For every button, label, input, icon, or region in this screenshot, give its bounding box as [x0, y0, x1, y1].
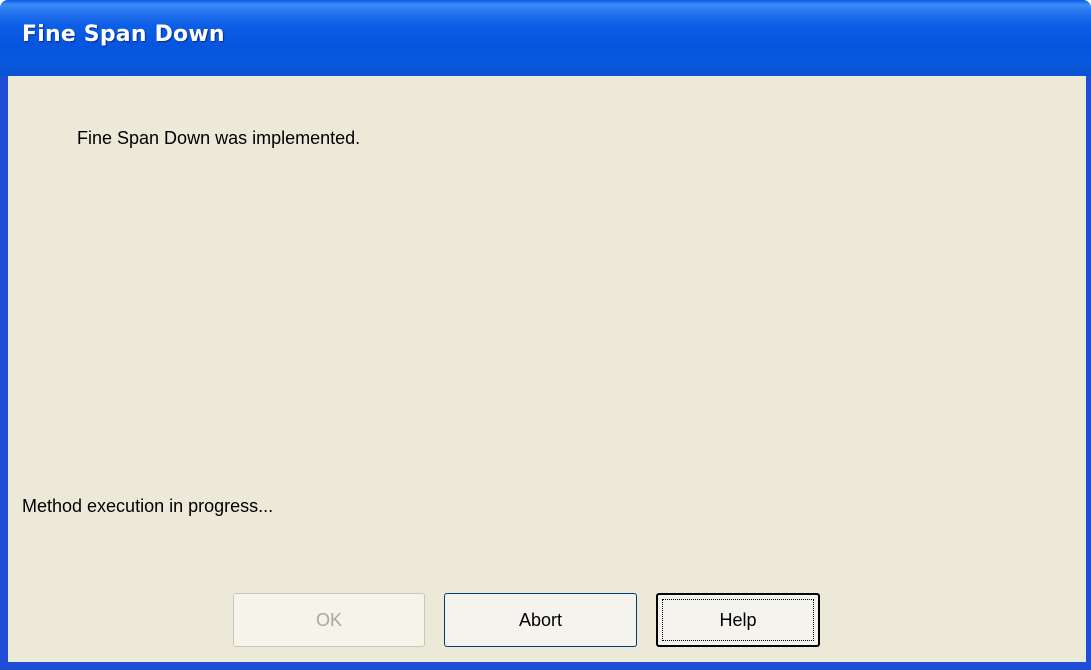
ok-button: OK	[233, 593, 425, 647]
dialog-window: Fine Span Down Fine Span Down was implem…	[0, 0, 1091, 670]
ok-button-label: OK	[315, 609, 342, 630]
help-button[interactable]: Help	[656, 593, 820, 647]
window-title: Fine Span Down	[22, 22, 225, 47]
title-bar[interactable]: Fine Span Down	[0, 0, 1091, 76]
status-text: Method execution in progress...	[22, 496, 274, 516]
help-button-label: Help	[719, 609, 757, 630]
abort-button[interactable]: Abort	[444, 593, 637, 647]
dialog-body: Fine Span Down was implemented. Method e…	[8, 76, 1086, 662]
message-text: Fine Span Down was implemented.	[77, 128, 361, 148]
abort-button-label: Abort	[518, 609, 563, 630]
